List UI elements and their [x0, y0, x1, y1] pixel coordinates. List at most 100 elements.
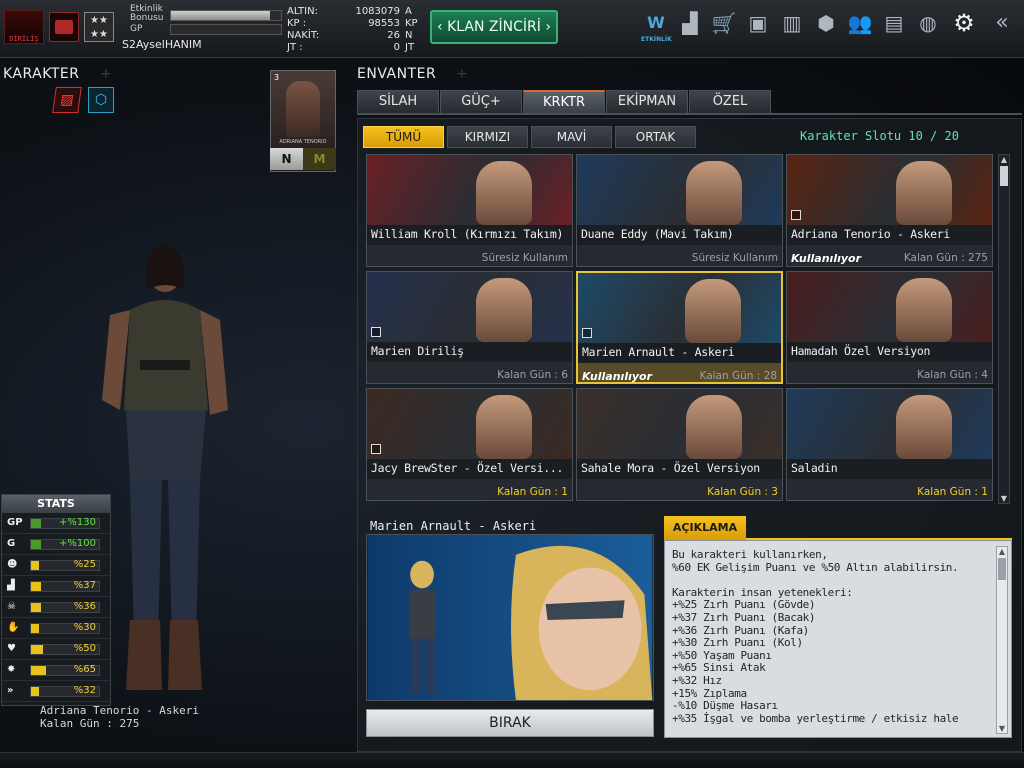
tab-2[interactable]: KRKTR [523, 90, 605, 114]
currency-label: KP : [287, 18, 307, 29]
scroll-down-icon[interactable]: ▼ [997, 724, 1007, 733]
stat-row: GP +%130 [2, 513, 110, 534]
briefcase-icon[interactable]: ▣ [744, 9, 772, 37]
character-face [896, 278, 952, 342]
character-card[interactable]: Marien Diriliş Kalan Gün : 6 [366, 271, 573, 384]
release-button[interactable]: BIRAK [366, 709, 654, 737]
character-card[interactable]: Marien Arnault - Askeri Kullanılıyor Kalan… [576, 271, 783, 384]
tab-4[interactable]: ÖZEL [689, 90, 771, 114]
stat-bar-fill [31, 540, 42, 549]
stat-bar-fill [31, 687, 40, 696]
card-name: William Kroll (Kırmızı Takım) [371, 227, 564, 241]
description-scrollbar[interactable]: ▲ ▼ [996, 546, 1008, 734]
currency-unit: A [405, 6, 412, 17]
filter-tab-0[interactable]: TÜMÜ [363, 126, 444, 148]
klan-zinciri-button[interactable]: ‹ KLAN ZİNCİRİ › [430, 10, 558, 44]
stat-bar-fill [31, 519, 42, 528]
emblem-icon [55, 20, 73, 34]
username: S2AyselHANIM [122, 38, 202, 51]
gp-bar [170, 24, 282, 35]
scroll-down-icon[interactable]: ▼ [999, 494, 1009, 503]
filter-tab-3[interactable]: ORTAK [615, 126, 696, 148]
stat-key: GP [7, 517, 23, 528]
shop-cart-icon[interactable]: 🛒 [710, 9, 738, 37]
character-art [367, 389, 572, 459]
currency-unit: KP [405, 18, 418, 29]
tab-1[interactable]: GÜÇ+ [440, 90, 522, 114]
settings-gear-icon[interactable]: ⚙ [950, 9, 978, 37]
friends-icon[interactable]: 👥 [846, 9, 874, 37]
stat-value: %36 [73, 601, 96, 612]
ranking-icon[interactable]: ▟ [676, 9, 704, 37]
gp-label: GP [130, 24, 143, 34]
m-button[interactable]: M [303, 148, 336, 170]
card-checkbox[interactable] [582, 328, 592, 338]
stat-row: ▟ %37 [2, 576, 110, 597]
arm-icon: ✋ [7, 622, 20, 633]
burst-icon: ✸ [7, 664, 16, 675]
currency-value: 98553 [368, 18, 400, 29]
stats-chart-icon[interactable]: ▤ [880, 9, 908, 37]
card-name: Sahale Mora - Özel Versiyon [581, 461, 760, 475]
card-checkbox[interactable] [791, 210, 801, 220]
filter-tab-2[interactable]: MAVİ [531, 126, 612, 148]
grid-scrollbar[interactable]: ▲ ▼ [998, 154, 1010, 504]
description-tab[interactable]: AÇIKLAMA [664, 516, 746, 540]
event-icon[interactable]: W ETKİNLİK [641, 9, 672, 43]
red-team-icon[interactable]: ▨ [52, 87, 82, 113]
n-button[interactable]: N [270, 148, 303, 170]
character-card[interactable]: Hamadah Özel Versiyon Kalan Gün : 4 [786, 271, 993, 384]
character-grid: William Kroll (Kırmızı Takım) Süresiz Kul… [366, 154, 996, 504]
skull-icon: ☠ [7, 601, 16, 612]
blue-team-icon[interactable]: ⬡ [88, 87, 114, 113]
stat-bar-fill [31, 603, 42, 612]
character-art [577, 389, 782, 459]
character-card[interactable]: Adriana Tenorio - Askeri Kullanılıyor Kala… [786, 154, 993, 267]
stats-title: STATS [2, 495, 110, 513]
scroll-thumb[interactable] [998, 558, 1006, 580]
stat-row: ♥ %50 [2, 639, 110, 660]
character-card[interactable]: Sahale Mora - Özel Versiyon Kalan Gün : 3 [576, 388, 783, 501]
tab-0[interactable]: SİLAH [357, 90, 439, 114]
currency-value: 0 [393, 42, 400, 53]
scroll-up-icon[interactable]: ▲ [997, 547, 1007, 556]
character-art [787, 389, 992, 459]
character-card[interactable]: Duane Eddy (Mavi Takım) Süresiz Kullanım [576, 154, 783, 267]
card-days: Kalan Gün : 3 [707, 486, 778, 498]
card-name: Duane Eddy (Mavi Takım) [581, 227, 734, 241]
currency-row: NAKİT: 26 N [285, 30, 425, 42]
card-days: Kalan Gün : 4 [917, 369, 988, 381]
stat-row: ✸ %65 [2, 660, 110, 681]
inventory-icon[interactable]: ▥ [778, 9, 806, 37]
character-art [577, 155, 782, 225]
character-face [686, 161, 742, 225]
card-name: Saladin [791, 461, 838, 475]
card-checkbox[interactable] [371, 327, 381, 337]
character-card[interactable]: Saladin Kalan Gün : 1 [786, 388, 993, 501]
stat-value: +%100 [59, 538, 96, 549]
card-days: Kalan Gün : 275 [903, 252, 988, 264]
stat-row: ☻ %25 [2, 555, 110, 576]
cube-icon[interactable]: ⬢ [812, 9, 840, 37]
card-name: Marien Arnault - Askeri [582, 345, 735, 359]
tab-3[interactable]: EKİPMAN [606, 90, 688, 114]
character-art [787, 272, 992, 342]
globe-icon[interactable]: ◍ [914, 9, 942, 37]
character-card[interactable]: Jacy BrewSter - Özel Versi... Kalan Gün :… [366, 388, 573, 501]
scroll-thumb[interactable] [1000, 166, 1008, 186]
event-bonus-bar [170, 10, 282, 21]
klan-button-label: KLAN ZİNCİRİ [447, 19, 541, 35]
exit-icon[interactable]: « [988, 9, 1016, 37]
decor-plus-icon: + [100, 66, 112, 82]
filter-tab-1[interactable]: KIRMIZI [447, 126, 528, 148]
card-checkbox[interactable] [371, 444, 381, 454]
card-days: Kalan Gün : 28 [699, 370, 778, 382]
character-face [476, 161, 532, 225]
character-card[interactable]: William Kroll (Kırmızı Takım) Süresiz Kul… [366, 154, 573, 267]
stat-bar-fill [31, 561, 40, 570]
stat-row: G +%100 [2, 534, 110, 555]
clan-emblem[interactable] [49, 12, 79, 42]
scroll-up-icon[interactable]: ▲ [999, 155, 1009, 164]
currency-unit: JT [405, 42, 415, 53]
currency-list: ALTIN: 1083079 A KP : 98553 KP NAKİT: 26 N JT : 0J… [285, 6, 425, 54]
